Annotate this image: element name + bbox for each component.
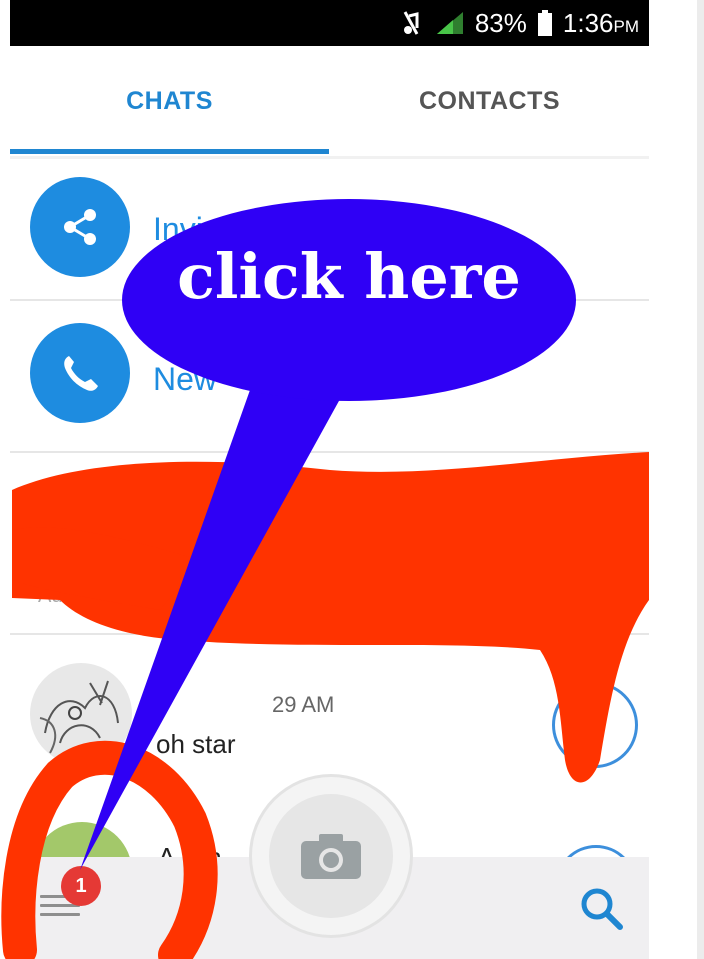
camera-icon [301, 834, 361, 879]
obscured-row[interactable]: Add ... [10, 453, 649, 633]
phone-screen: 83% 1:36PM CHATS CONTACTS Invi New Add .… [10, 0, 649, 959]
chat-action-ring[interactable] [552, 682, 638, 768]
new-call-row[interactable]: New [10, 301, 649, 451]
battery-level: 83% [474, 7, 527, 38]
notification-badge: 1 [61, 866, 101, 906]
signal-icon [436, 12, 463, 34]
tab-chats[interactable]: CHATS [10, 46, 329, 156]
camera-button[interactable] [252, 777, 410, 935]
active-tab-indicator [10, 149, 329, 154]
callout-text: click here [177, 240, 521, 313]
chat-avatar [30, 663, 132, 765]
chat-row[interactable]: 29 AM oh star [10, 635, 649, 790]
page-edge [697, 0, 704, 959]
clock-suffix: PM [613, 16, 640, 36]
muted-icon [403, 11, 419, 35]
obscured-text-right: ... [530, 585, 547, 607]
clock-time: 1:36 [562, 7, 614, 38]
new-call-label: New [153, 361, 218, 397]
search-icon[interactable] [576, 883, 626, 933]
tab-bar: CHATS CONTACTS [10, 46, 649, 159]
chat-preview: oh star [156, 729, 236, 759]
status-bar: 83% 1:36PM [10, 0, 649, 46]
share-icon [30, 177, 130, 277]
tab-contacts[interactable]: CONTACTS [330, 46, 649, 156]
chat-time: 29 AM [272, 692, 335, 717]
phone-icon [30, 323, 130, 423]
battery-icon [537, 10, 552, 36]
obscured-text-left: Add [38, 585, 74, 607]
clock: 1:36PM [563, 8, 639, 39]
